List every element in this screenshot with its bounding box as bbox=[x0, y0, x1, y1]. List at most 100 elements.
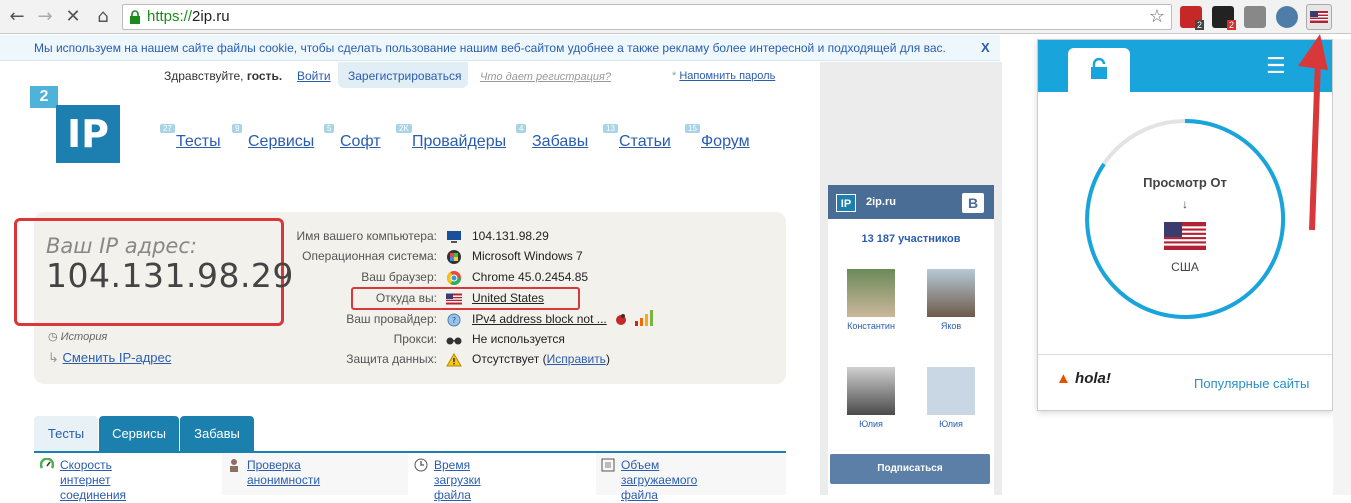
hola-popup: ☰ Просмотр От ↓ США ▲ hola! Популярные с… bbox=[1037, 39, 1333, 411]
info-value: Не используется bbox=[472, 332, 565, 346]
unlock-icon bbox=[1091, 58, 1107, 79]
change-ip-link[interactable]: Сменить IP-адрес bbox=[63, 350, 172, 365]
cookie-close-button[interactable]: X bbox=[981, 40, 990, 55]
us-flag-icon[interactable] bbox=[1164, 222, 1206, 250]
tab-services[interactable]: Сервисы bbox=[99, 416, 179, 452]
bookmark-star-icon[interactable]: ☆ bbox=[1149, 6, 1165, 27]
signal-bars-icon[interactable] bbox=[634, 310, 654, 326]
extension-badge: 2 bbox=[1194, 20, 1204, 30]
vk-member[interactable]: Юлия bbox=[836, 367, 906, 429]
location-highlight-box bbox=[351, 287, 580, 310]
hola-logo: ▲ hola! bbox=[1056, 370, 1111, 387]
windows-icon bbox=[447, 250, 461, 264]
member-name[interactable]: Юлия bbox=[859, 419, 883, 429]
hola-extension-button[interactable] bbox=[1306, 4, 1332, 30]
vk-group-title[interactable]: 2ip.ru bbox=[866, 196, 896, 208]
vk-subscribe-button[interactable]: Подписаться bbox=[830, 454, 990, 484]
nav-label[interactable]: Сервисы bbox=[248, 133, 314, 151]
nav-label[interactable]: Статьи bbox=[619, 133, 671, 151]
provider-link[interactable]: IPv4 address block not ... bbox=[472, 312, 607, 326]
service-link[interactable]: Проверка анонимности bbox=[247, 458, 320, 488]
service-link[interactable]: Скорость интернет соединения bbox=[60, 458, 126, 503]
adblock-extension-icon[interactable]: 2 bbox=[1180, 6, 1204, 30]
bug-icon[interactable] bbox=[614, 312, 628, 326]
popular-sites-link[interactable]: Популярные сайты bbox=[1194, 376, 1309, 391]
svg-text:?: ? bbox=[452, 316, 456, 325]
logo-2[interactable]: 2 bbox=[30, 86, 58, 108]
scrollbar[interactable] bbox=[1333, 39, 1351, 495]
arrow-icon: ↳ bbox=[48, 350, 59, 365]
vk-widget: IP 2ip.ru B 13 187 участников Константин… bbox=[828, 185, 994, 495]
us-flag-icon bbox=[1310, 11, 1328, 23]
register-button[interactable]: Зарегистрироваться bbox=[338, 62, 468, 88]
nav-badge: 4 bbox=[516, 124, 527, 133]
anonymity-icon bbox=[230, 459, 238, 472]
vk-group-logo[interactable]: IP bbox=[836, 194, 856, 212]
gamepad-extension-icon[interactable] bbox=[1244, 6, 1266, 28]
change-ip: ↳ Сменить IP-адрес bbox=[48, 350, 171, 366]
logo-ip[interactable]: IP bbox=[56, 105, 120, 163]
service-link[interactable]: Время загрузки файла bbox=[434, 458, 481, 503]
cookie-banner: Мы используем на нашем сайте файлы cooki… bbox=[0, 35, 1000, 61]
address-bar[interactable]: https://2ip.ru ☆ bbox=[122, 4, 1172, 30]
nav-badge: 13 bbox=[603, 124, 618, 133]
avatar[interactable] bbox=[847, 269, 895, 317]
clock-icon bbox=[414, 458, 428, 472]
login-bar: Здравствуйте, гость. Войти Зарегистриров… bbox=[150, 62, 780, 90]
warning-icon bbox=[446, 353, 462, 367]
nav-label[interactable]: Форум bbox=[701, 133, 750, 151]
menu-icon[interactable]: ☰ bbox=[1266, 54, 1286, 79]
unlock-tab[interactable] bbox=[1068, 48, 1130, 92]
forward-arrow-icon[interactable]: → bbox=[34, 6, 56, 28]
divider bbox=[1038, 354, 1332, 355]
vk-member-count[interactable]: 13 187 участников bbox=[828, 233, 994, 245]
info-value: Microsoft Windows 7 bbox=[472, 249, 583, 263]
info-key: Прокси: bbox=[393, 332, 437, 346]
fix-link[interactable]: Исправить bbox=[547, 352, 606, 366]
member-name[interactable]: Юлия bbox=[939, 419, 963, 429]
info-value: 104.131.98.29 bbox=[472, 229, 549, 243]
why-register-link[interactable]: Что дает регистрация? bbox=[480, 71, 611, 83]
default-avatar-icon[interactable] bbox=[927, 367, 975, 415]
tab-tests[interactable]: Тесты bbox=[34, 416, 98, 452]
tab-fun[interactable]: Забавы bbox=[180, 416, 254, 452]
remind-password: * Напомнить пароль bbox=[672, 70, 776, 82]
info-key: Имя вашего компьютера: bbox=[296, 229, 437, 243]
vk-member[interactable]: Константин bbox=[836, 269, 906, 331]
red-arrow-annotation bbox=[1298, 34, 1328, 231]
vk-header: IP 2ip.ru B bbox=[828, 185, 994, 219]
computer-icon bbox=[447, 231, 461, 243]
member-name[interactable]: Яков bbox=[941, 321, 961, 331]
remind-password-link[interactable]: Напомнить пароль bbox=[679, 70, 775, 82]
avatar[interactable] bbox=[927, 269, 975, 317]
history: ◷ История bbox=[48, 331, 108, 343]
member-name[interactable]: Константин bbox=[847, 321, 895, 331]
vk-member[interactable]: Юлия bbox=[916, 367, 986, 429]
country-name[interactable]: США bbox=[1038, 260, 1332, 274]
down-arrow-icon: ↓ bbox=[1182, 197, 1188, 211]
url-text: https://2ip.ru bbox=[147, 8, 230, 25]
vk-logo-icon[interactable]: B bbox=[962, 193, 984, 213]
info-key: Операционная система: bbox=[302, 249, 437, 263]
extension-icon[interactable]: 2 bbox=[1212, 6, 1236, 30]
avatar[interactable] bbox=[847, 367, 895, 415]
lock-icon bbox=[130, 10, 140, 24]
nav-label[interactable]: Тесты bbox=[176, 133, 221, 151]
info-key: Ваш браузер: bbox=[361, 270, 437, 284]
service-link[interactable]: Объем загружаемого файла bbox=[621, 458, 697, 503]
speed-icon bbox=[40, 458, 54, 469]
signin-link[interactable]: Войти bbox=[297, 69, 331, 83]
data-protection-value: Отсутствует (Исправить) bbox=[472, 352, 610, 366]
eye-extension-icon[interactable] bbox=[1276, 6, 1298, 28]
size-icon bbox=[601, 458, 615, 472]
nav-label[interactable]: Провайдеры bbox=[412, 133, 506, 151]
stop-icon[interactable]: ✕ bbox=[62, 6, 84, 28]
extension-badge: 2 bbox=[1226, 20, 1236, 30]
nav-label[interactable]: Софт bbox=[340, 133, 381, 151]
vk-member[interactable]: Яков bbox=[916, 269, 986, 331]
back-arrow-icon[interactable]: ← bbox=[6, 6, 28, 28]
nav-badge: 9 bbox=[232, 124, 243, 133]
home-icon[interactable]: ⌂ bbox=[92, 6, 114, 28]
hola-header: ☰ bbox=[1038, 40, 1332, 92]
nav-label[interactable]: Забавы bbox=[532, 133, 588, 151]
